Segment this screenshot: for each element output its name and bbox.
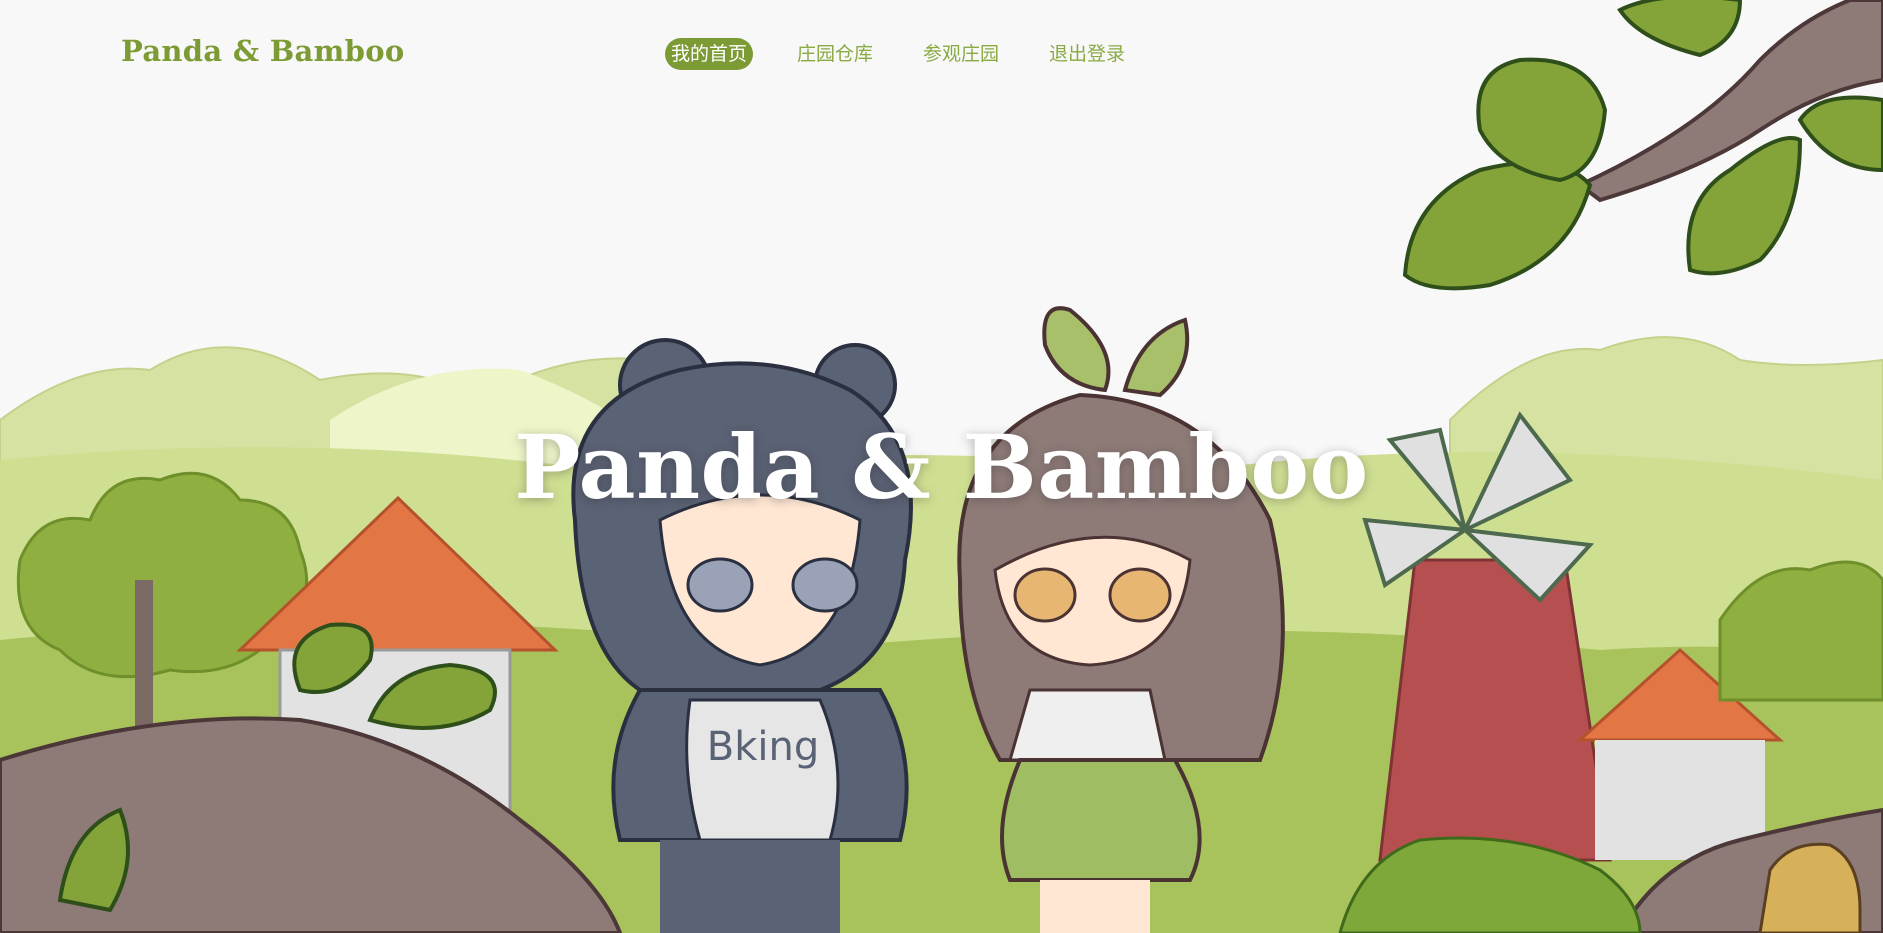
top-nav-bar: Panda & Bamboo 我的首页 庄园仓库 参观庄园 退出登录	[0, 0, 1883, 110]
page: Bking Panda & Bamboo 我的首页 庄园仓库 参观庄园 退出登录…	[0, 0, 1883, 933]
shirt-text: Bking	[707, 724, 819, 770]
logo-text[interactable]: Panda & Bamboo	[121, 34, 405, 68]
hero-title: Panda & Bamboo	[514, 415, 1369, 519]
nav-item-logout[interactable]: 退出登录	[1043, 38, 1131, 70]
main-nav: 我的首页 庄园仓库 参观庄园 退出登录	[665, 38, 1131, 70]
nav-item-visit[interactable]: 参观庄园	[917, 38, 1005, 70]
nav-item-home[interactable]: 我的首页	[665, 38, 754, 70]
nav-item-warehouse[interactable]: 庄园仓库	[791, 38, 879, 70]
